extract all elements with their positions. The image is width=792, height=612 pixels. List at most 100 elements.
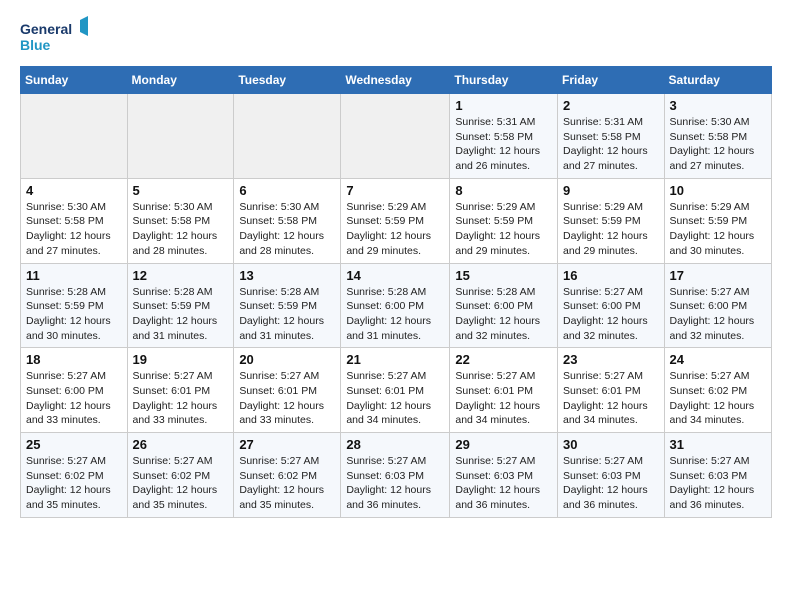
calendar-cell: 3 Sunrise: 5:30 AM Sunset: 5:58 PM Daylig…	[664, 94, 771, 179]
cell-day-number: 24	[670, 352, 766, 367]
header: General Blue	[20, 16, 772, 56]
calendar-cell: 14Sunrise: 5:28 AM Sunset: 6:00 PM Dayli…	[341, 263, 450, 348]
cell-info-text: Sunrise: 5:27 AM Sunset: 6:00 PM Dayligh…	[563, 285, 659, 344]
calendar-cell: 23 Sunrise: 5:27 AM Sunset: 6:01 PM Dayli…	[558, 348, 665, 433]
calendar-cell: 10 Sunrise: 5:29 AM Sunset: 5:59 PM Dayli…	[664, 178, 771, 263]
calendar-cell: 28 Sunrise: 5:27 AM Sunset: 6:03 PM Dayli…	[341, 433, 450, 518]
cell-info-text: Sunrise: 5:27 AM Sunset: 6:02 PM Dayligh…	[26, 454, 122, 513]
calendar-cell: 19 Sunrise: 5:27 AM Sunset: 6:01 PM Dayli…	[127, 348, 234, 433]
calendar-cell: 27Sunrise: 5:27 AM Sunset: 6:02 PM Dayli…	[234, 433, 341, 518]
cell-info-text: Sunrise: 5:27 AM Sunset: 6:03 PM Dayligh…	[670, 454, 766, 513]
cell-info-text: Sunrise: 5:28 AM Sunset: 5:59 PM Dayligh…	[26, 285, 122, 344]
calendar-table: SundayMondayTuesdayWednesdayThursdayFrid…	[20, 66, 772, 518]
calendar-weekday-header: Tuesday	[234, 67, 341, 94]
cell-day-number: 23	[563, 352, 659, 367]
calendar-weekday-header: Sunday	[21, 67, 128, 94]
cell-info-text: Sunrise: 5:30 AM Sunset: 5:58 PM Dayligh…	[670, 115, 766, 174]
calendar-cell: 11 Sunrise: 5:28 AM Sunset: 5:59 PM Dayli…	[21, 263, 128, 348]
calendar-week-row: 1 Sunrise: 5:31 AM Sunset: 5:58 PM Daylig…	[21, 94, 772, 179]
cell-day-number: 29	[455, 437, 552, 452]
cell-day-number: 1	[455, 98, 552, 113]
cell-day-number: 19	[133, 352, 229, 367]
calendar-cell: 15 Sunrise: 5:28 AM Sunset: 6:00 PM Dayli…	[450, 263, 558, 348]
cell-info-text: Sunrise: 5:28 AM Sunset: 6:00 PM Dayligh…	[346, 285, 444, 344]
cell-day-number: 20	[239, 352, 335, 367]
calendar-cell: 22Sunrise: 5:27 AM Sunset: 6:01 PM Dayli…	[450, 348, 558, 433]
calendar-cell: 20 Sunrise: 5:27 AM Sunset: 6:01 PM Dayli…	[234, 348, 341, 433]
cell-info-text: Sunrise: 5:27 AM Sunset: 6:00 PM Dayligh…	[26, 369, 122, 428]
calendar-cell: 30Sunrise: 5:27 AM Sunset: 6:03 PM Dayli…	[558, 433, 665, 518]
calendar-cell: 18 Sunrise: 5:27 AM Sunset: 6:00 PM Dayli…	[21, 348, 128, 433]
cell-day-number: 8	[455, 183, 552, 198]
cell-info-text: Sunrise: 5:27 AM Sunset: 6:02 PM Dayligh…	[133, 454, 229, 513]
cell-info-text: Sunrise: 5:31 AM Sunset: 5:58 PM Dayligh…	[455, 115, 552, 174]
calendar-cell: 1 Sunrise: 5:31 AM Sunset: 5:58 PM Daylig…	[450, 94, 558, 179]
calendar-weekday-header: Saturday	[664, 67, 771, 94]
cell-info-text: Sunrise: 5:27 AM Sunset: 6:03 PM Dayligh…	[563, 454, 659, 513]
cell-info-text: Sunrise: 5:29 AM Sunset: 5:59 PM Dayligh…	[670, 200, 766, 259]
calendar-week-row: 18 Sunrise: 5:27 AM Sunset: 6:00 PM Dayli…	[21, 348, 772, 433]
calendar-weekday-header: Wednesday	[341, 67, 450, 94]
svg-text:Blue: Blue	[20, 37, 51, 53]
cell-day-number: 28	[346, 437, 444, 452]
calendar-cell: 9 Sunrise: 5:29 AM Sunset: 5:59 PM Daylig…	[558, 178, 665, 263]
calendar-cell	[21, 94, 128, 179]
calendar-cell: 7Sunrise: 5:29 AM Sunset: 5:59 PM Daylig…	[341, 178, 450, 263]
cell-info-text: Sunrise: 5:30 AM Sunset: 5:58 PM Dayligh…	[239, 200, 335, 259]
cell-day-number: 3	[670, 98, 766, 113]
calendar-cell: 4 Sunrise: 5:30 AM Sunset: 5:58 PM Daylig…	[21, 178, 128, 263]
calendar-weekday-header: Monday	[127, 67, 234, 94]
cell-info-text: Sunrise: 5:27 AM Sunset: 6:01 PM Dayligh…	[346, 369, 444, 428]
cell-day-number: 21	[346, 352, 444, 367]
cell-info-text: Sunrise: 5:29 AM Sunset: 5:59 PM Dayligh…	[346, 200, 444, 259]
logo-svg: General Blue	[20, 16, 88, 56]
calendar-cell	[341, 94, 450, 179]
cell-info-text: Sunrise: 5:27 AM Sunset: 6:01 PM Dayligh…	[133, 369, 229, 428]
cell-info-text: Sunrise: 5:30 AM Sunset: 5:58 PM Dayligh…	[133, 200, 229, 259]
cell-info-text: Sunrise: 5:27 AM Sunset: 6:01 PM Dayligh…	[455, 369, 552, 428]
cell-day-number: 26	[133, 437, 229, 452]
calendar-cell	[234, 94, 341, 179]
calendar-cell: 8 Sunrise: 5:29 AM Sunset: 5:59 PM Daylig…	[450, 178, 558, 263]
cell-day-number: 18	[26, 352, 122, 367]
calendar-cell: 16 Sunrise: 5:27 AM Sunset: 6:00 PM Dayli…	[558, 263, 665, 348]
cell-day-number: 11	[26, 268, 122, 283]
cell-day-number: 25	[26, 437, 122, 452]
cell-day-number: 15	[455, 268, 552, 283]
calendar-cell: 2Sunrise: 5:31 AM Sunset: 5:58 PM Daylig…	[558, 94, 665, 179]
svg-text:General: General	[20, 21, 72, 37]
calendar-cell: 13Sunrise: 5:28 AM Sunset: 5:59 PM Dayli…	[234, 263, 341, 348]
cell-day-number: 12	[133, 268, 229, 283]
cell-day-number: 4	[26, 183, 122, 198]
cell-day-number: 9	[563, 183, 659, 198]
calendar-cell: 21 Sunrise: 5:27 AM Sunset: 6:01 PM Dayli…	[341, 348, 450, 433]
calendar-weekday-header: Friday	[558, 67, 665, 94]
calendar-week-row: 25 Sunrise: 5:27 AM Sunset: 6:02 PM Dayli…	[21, 433, 772, 518]
calendar-week-row: 11 Sunrise: 5:28 AM Sunset: 5:59 PM Dayli…	[21, 263, 772, 348]
cell-info-text: Sunrise: 5:27 AM Sunset: 6:03 PM Dayligh…	[346, 454, 444, 513]
cell-info-text: Sunrise: 5:28 AM Sunset: 6:00 PM Dayligh…	[455, 285, 552, 344]
cell-day-number: 16	[563, 268, 659, 283]
cell-info-text: Sunrise: 5:27 AM Sunset: 6:01 PM Dayligh…	[563, 369, 659, 428]
calendar-weekday-header: Thursday	[450, 67, 558, 94]
cell-info-text: Sunrise: 5:27 AM Sunset: 6:02 PM Dayligh…	[670, 369, 766, 428]
cell-info-text: Sunrise: 5:29 AM Sunset: 5:59 PM Dayligh…	[563, 200, 659, 259]
cell-day-number: 5	[133, 183, 229, 198]
calendar-cell: 12Sunrise: 5:28 AM Sunset: 5:59 PM Dayli…	[127, 263, 234, 348]
cell-day-number: 10	[670, 183, 766, 198]
calendar-cell: 17Sunrise: 5:27 AM Sunset: 6:00 PM Dayli…	[664, 263, 771, 348]
calendar-cell: 24 Sunrise: 5:27 AM Sunset: 6:02 PM Dayli…	[664, 348, 771, 433]
calendar-cell	[127, 94, 234, 179]
cell-day-number: 13	[239, 268, 335, 283]
calendar-header-row: SundayMondayTuesdayWednesdayThursdayFrid…	[21, 67, 772, 94]
calendar-cell: 26 Sunrise: 5:27 AM Sunset: 6:02 PM Dayli…	[127, 433, 234, 518]
page: General Blue SundayMondayTuesdayWednesda…	[0, 0, 792, 534]
cell-info-text: Sunrise: 5:31 AM Sunset: 5:58 PM Dayligh…	[563, 115, 659, 174]
cell-info-text: Sunrise: 5:27 AM Sunset: 6:01 PM Dayligh…	[239, 369, 335, 428]
cell-info-text: Sunrise: 5:27 AM Sunset: 6:00 PM Dayligh…	[670, 285, 766, 344]
cell-info-text: Sunrise: 5:29 AM Sunset: 5:59 PM Dayligh…	[455, 200, 552, 259]
cell-day-number: 6	[239, 183, 335, 198]
cell-info-text: Sunrise: 5:27 AM Sunset: 6:02 PM Dayligh…	[239, 454, 335, 513]
cell-info-text: Sunrise: 5:30 AM Sunset: 5:58 PM Dayligh…	[26, 200, 122, 259]
calendar-cell: 6 Sunrise: 5:30 AM Sunset: 5:58 PM Daylig…	[234, 178, 341, 263]
